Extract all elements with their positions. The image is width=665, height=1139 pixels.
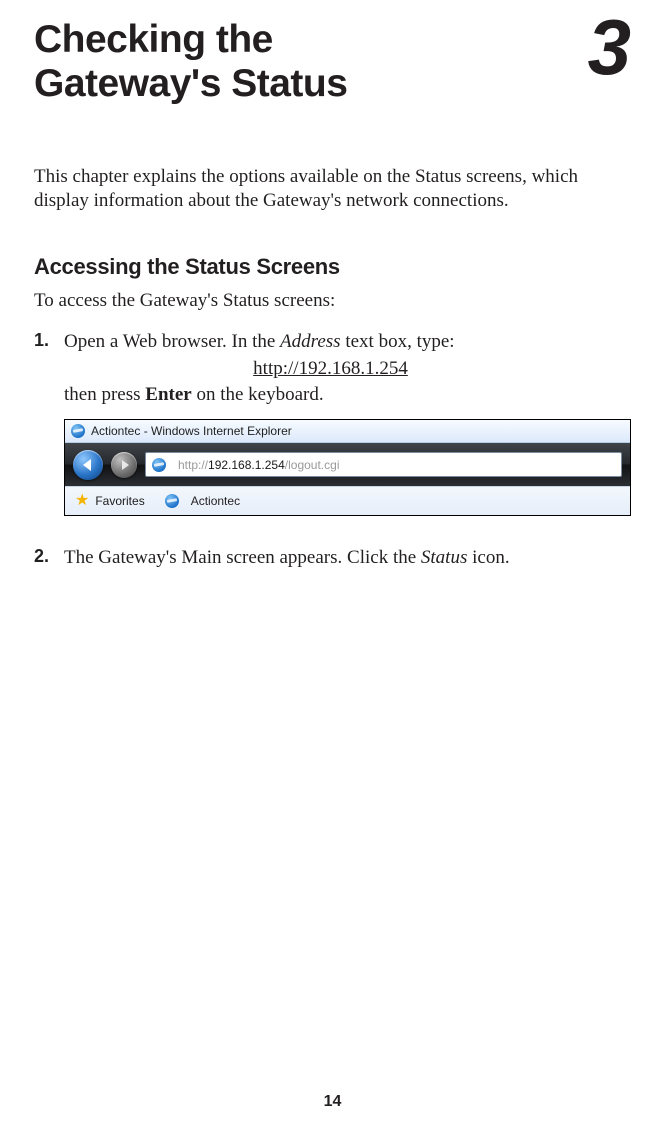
addr-suffix: /logout.cgi (285, 458, 340, 472)
addr-host: 192.168.1.254 (208, 458, 285, 472)
step-text: text box, type: (341, 331, 455, 352)
addr-prefix: http:// (178, 458, 208, 472)
step-number: 2. (34, 546, 64, 570)
section-lead: To access the Gateway's Status screens: (34, 290, 627, 312)
ie-icon (71, 424, 85, 438)
step-text: icon. (467, 547, 509, 568)
chapter-title-line2: Gateway's Status (34, 62, 347, 105)
page-header: Checking the Gateway's Status 3 (34, 18, 627, 107)
star-icon: ★ (75, 493, 89, 509)
chapter-title-line1: Checking the (34, 18, 273, 61)
ie-icon (165, 494, 179, 508)
window-title: Actiontec - Windows Internet Explorer (91, 424, 292, 438)
example-url: http://192.168.1.254 (34, 357, 627, 381)
chapter-intro: This chapter explains the options availa… (34, 165, 627, 213)
step-bold: Enter (145, 384, 191, 405)
step-italic: Address (280, 331, 341, 352)
back-button[interactable] (73, 450, 103, 480)
step-1: 1. Open a Web browser. In the Address te… (34, 330, 627, 407)
arrow-left-icon (83, 459, 91, 471)
step-body: The Gateway's Main screen appears. Click… (64, 546, 627, 570)
favorites-label[interactable]: Favorites (95, 494, 144, 508)
step-italic: Status (421, 547, 467, 568)
address-bar[interactable]: http://192.168.1.254/logout.cgi (145, 452, 622, 477)
tab-label[interactable]: Actiontec (191, 494, 240, 508)
favorites-bar: ★ Favorites Actiontec (65, 486, 630, 515)
step-text: then press (64, 384, 145, 405)
browser-screenshot: Actiontec - Windows Internet Explorer ht… (64, 419, 631, 516)
step-text: The Gateway's Main screen appears. Click… (64, 547, 421, 568)
browser-navbar: http://192.168.1.254/logout.cgi (65, 443, 630, 486)
step-2: 2. The Gateway's Main screen appears. Cl… (34, 546, 627, 570)
page-number: 14 (0, 1093, 665, 1111)
section-heading: Accessing the Status Screens (34, 254, 627, 280)
step-text: on the keyboard. (192, 384, 324, 405)
chapter-number: 3 (588, 12, 631, 82)
address-text: http://192.168.1.254/logout.cgi (178, 458, 339, 472)
ie-icon (152, 458, 166, 472)
browser-titlebar: Actiontec - Windows Internet Explorer (65, 420, 630, 443)
forward-button[interactable] (111, 452, 137, 478)
chapter-title: Checking the Gateway's Status (34, 18, 347, 107)
step-text: Open a Web browser. In the (64, 331, 280, 352)
arrow-right-icon (122, 460, 129, 470)
step-body: Open a Web browser. In the Address text … (64, 330, 627, 407)
